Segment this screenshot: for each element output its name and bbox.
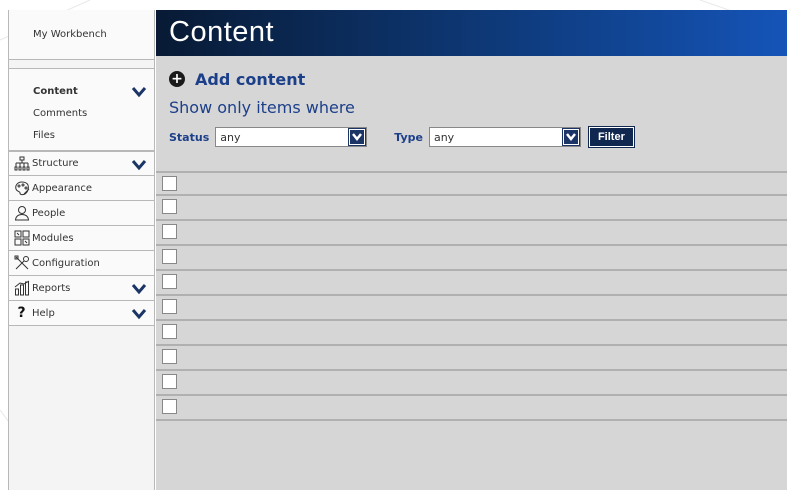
table-row [156,171,787,196]
modules-icon [13,230,30,247]
sidebar-item-people-label: People [32,207,66,219]
sidebar-item-content[interactable]: Content [9,81,154,103]
type-select[interactable]: any [428,127,581,147]
content-menu-group: Content Comments Files [9,68,154,151]
people-icon [13,205,30,222]
row-checkbox[interactable] [162,249,177,264]
filter-heading: Show only items where [169,98,355,117]
sidebar-item-content-label: Content [33,86,78,97]
help-icon: ? [17,305,26,321]
sidebar-item-help[interactable]: ? Help [9,301,154,326]
add-content-label: Add content [195,69,306,89]
status-select-value: any [220,130,241,144]
sidebar-item-structure-label: Structure [32,158,79,169]
row-checkbox[interactable] [162,199,177,214]
sidebar-item-comments[interactable]: Comments [9,103,154,125]
sidebar-item-appearance[interactable]: Appearance [9,176,154,201]
appearance-icon [13,180,30,197]
type-label: Type [394,130,423,144]
row-checkbox[interactable] [162,224,177,239]
sidebar: My Workbench Content Comments Files Stru… [9,10,155,490]
sidebar-item-files-label: Files [33,130,55,141]
chevron-down-icon[interactable] [131,306,147,320]
table-row [156,221,787,246]
sidebar-item-modules[interactable]: Modules [9,226,154,251]
sidebar-item-reports-label: Reports [32,282,71,294]
structure-icon [13,155,30,172]
chevron-down-icon[interactable] [131,84,147,98]
my-workbench-link[interactable]: My Workbench [9,10,154,60]
table-row [156,296,787,321]
row-checkbox[interactable] [162,399,177,414]
page-title: Content [156,10,787,56]
status-label: Status [169,130,210,144]
admin-app: My Workbench Content Comments Files Stru… [8,10,787,490]
sidebar-item-reports[interactable]: Reports [9,276,154,301]
table-row [156,246,787,271]
table-row [156,321,787,346]
row-checkbox[interactable] [162,176,177,191]
plus-circle-icon: + [169,71,185,87]
add-content-link[interactable]: + Add content [156,69,787,89]
row-checkbox[interactable] [162,324,177,339]
reports-icon [13,280,30,297]
filter-row: Status any Type any Filter [156,126,787,148]
configuration-icon [13,255,30,272]
row-checkbox[interactable] [162,299,177,314]
chevron-down-icon[interactable] [561,128,580,146]
sidebar-item-people[interactable]: People [9,201,154,226]
status-select[interactable]: any [215,127,368,147]
chevron-down-icon[interactable] [348,128,367,146]
main-panel: Content + Add content Show only items wh… [156,10,787,490]
row-checkbox[interactable] [162,374,177,389]
sidebar-item-modules-label: Modules [32,232,74,244]
content-table [156,171,787,421]
sidebar-item-configuration[interactable]: Configuration [9,251,154,276]
sidebar-item-files[interactable]: Files [9,125,154,147]
my-workbench-label: My Workbench [33,29,107,40]
sidebar-item-help-label: Help [32,307,55,319]
row-checkbox[interactable] [162,274,177,289]
sidebar-item-comments-label: Comments [33,108,88,119]
chevron-down-icon[interactable] [131,281,147,295]
filter-button[interactable]: Filter [587,126,635,148]
sidebar-item-appearance-label: Appearance [32,182,93,194]
sidebar-item-structure[interactable]: Structure [9,151,154,176]
sidebar-item-configuration-label: Configuration [32,257,100,269]
table-row [156,346,787,371]
table-row [156,371,787,396]
row-checkbox[interactable] [162,349,177,364]
table-row [156,396,787,421]
chevron-down-icon[interactable] [131,157,147,171]
table-row [156,271,787,296]
type-select-value: any [433,130,455,144]
table-row [156,196,787,221]
